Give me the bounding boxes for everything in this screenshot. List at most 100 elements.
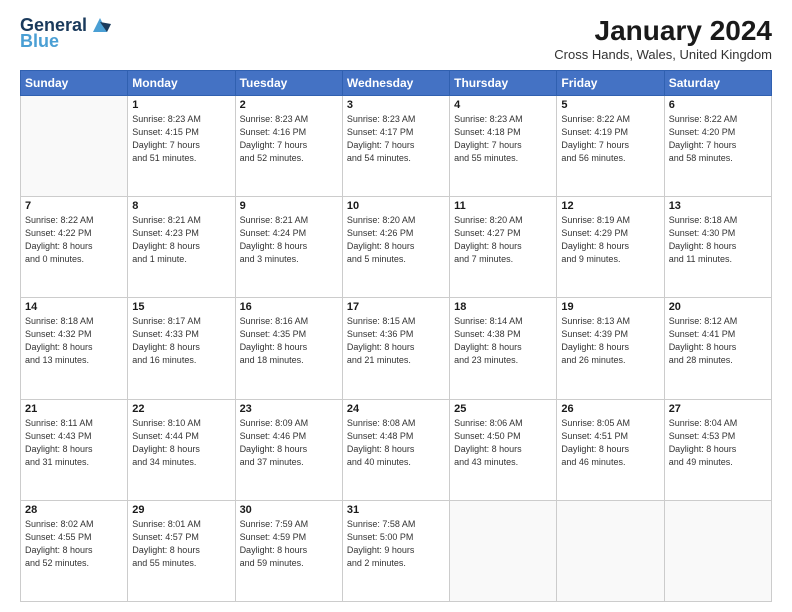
- day-info: Sunrise: 8:20 AM Sunset: 4:26 PM Dayligh…: [347, 214, 445, 266]
- day-number: 22: [132, 403, 230, 415]
- page: General Blue January 2024 Cross Hands, W…: [0, 0, 792, 612]
- table-row: 9 Sunrise: 8:21 AM Sunset: 4:24 PM Daylig…: [235, 197, 342, 298]
- day-number: 19: [561, 301, 659, 313]
- day-number: 10: [347, 200, 445, 212]
- calendar-header-row: Sunday Monday Tuesday Wednesday Thursday…: [21, 70, 772, 95]
- day-info: Sunrise: 8:04 AM Sunset: 4:53 PM Dayligh…: [669, 417, 767, 469]
- day-number: 29: [132, 504, 230, 516]
- day-number: 3: [347, 99, 445, 111]
- col-friday: Friday: [557, 70, 664, 95]
- table-row: 14 Sunrise: 8:18 AM Sunset: 4:32 PM Dayli…: [21, 298, 128, 399]
- day-info: Sunrise: 8:23 AM Sunset: 4:15 PM Dayligh…: [132, 113, 230, 165]
- day-number: 6: [669, 99, 767, 111]
- day-number: 11: [454, 200, 552, 212]
- table-row: 21 Sunrise: 8:11 AM Sunset: 4:43 PM Dayli…: [21, 399, 128, 500]
- day-number: 31: [347, 504, 445, 516]
- day-info: Sunrise: 8:09 AM Sunset: 4:46 PM Dayligh…: [240, 417, 338, 469]
- table-row: 26 Sunrise: 8:05 AM Sunset: 4:51 PM Dayli…: [557, 399, 664, 500]
- day-number: 21: [25, 403, 123, 415]
- table-row: 6 Sunrise: 8:22 AM Sunset: 4:20 PM Daylig…: [664, 95, 771, 196]
- day-number: 25: [454, 403, 552, 415]
- table-row: 28 Sunrise: 8:02 AM Sunset: 4:55 PM Dayli…: [21, 500, 128, 601]
- day-number: 28: [25, 504, 123, 516]
- table-row: 1Sunrise: 8:23 AM Sunset: 4:15 PM Daylig…: [128, 95, 235, 196]
- day-info: Sunrise: 8:02 AM Sunset: 4:55 PM Dayligh…: [25, 518, 123, 570]
- table-row: 29 Sunrise: 8:01 AM Sunset: 4:57 PM Dayli…: [128, 500, 235, 601]
- table-row: 24 Sunrise: 8:08 AM Sunset: 4:48 PM Dayli…: [342, 399, 449, 500]
- table-row: [21, 95, 128, 196]
- table-row: [664, 500, 771, 601]
- subtitle: Cross Hands, Wales, United Kingdom: [554, 47, 772, 62]
- table-row: 16 Sunrise: 8:16 AM Sunset: 4:35 PM Dayli…: [235, 298, 342, 399]
- table-row: [450, 500, 557, 601]
- day-info: Sunrise: 8:11 AM Sunset: 4:43 PM Dayligh…: [25, 417, 123, 469]
- day-info: Sunrise: 8:15 AM Sunset: 4:36 PM Dayligh…: [347, 315, 445, 367]
- day-info: Sunrise: 8:18 AM Sunset: 4:32 PM Dayligh…: [25, 315, 123, 367]
- col-sunday: Sunday: [21, 70, 128, 95]
- table-row: 30 Sunrise: 7:59 AM Sunset: 4:59 PM Dayli…: [235, 500, 342, 601]
- day-number: 5: [561, 99, 659, 111]
- table-row: 3 Sunrise: 8:23 AM Sunset: 4:17 PM Daylig…: [342, 95, 449, 196]
- table-row: 22 Sunrise: 8:10 AM Sunset: 4:44 PM Dayli…: [128, 399, 235, 500]
- table-row: 2 Sunrise: 8:23 AM Sunset: 4:16 PM Daylig…: [235, 95, 342, 196]
- day-number: 13: [669, 200, 767, 212]
- day-number: 4: [454, 99, 552, 111]
- col-monday: Monday: [128, 70, 235, 95]
- day-info: Sunrise: 8:23 AM Sunset: 4:18 PM Dayligh…: [454, 113, 552, 165]
- day-number: 15: [132, 301, 230, 313]
- day-info: Sunrise: 8:14 AM Sunset: 4:38 PM Dayligh…: [454, 315, 552, 367]
- day-info: Sunrise: 8:17 AM Sunset: 4:33 PM Dayligh…: [132, 315, 230, 367]
- table-row: [557, 500, 664, 601]
- table-row: 12 Sunrise: 8:19 AM Sunset: 4:29 PM Dayli…: [557, 197, 664, 298]
- day-info: Sunrise: 8:22 AM Sunset: 4:20 PM Dayligh…: [669, 113, 767, 165]
- calendar-table: Sunday Monday Tuesday Wednesday Thursday…: [20, 70, 772, 602]
- day-info: Sunrise: 8:16 AM Sunset: 4:35 PM Dayligh…: [240, 315, 338, 367]
- day-number: 17: [347, 301, 445, 313]
- day-number: 27: [669, 403, 767, 415]
- day-number: 24: [347, 403, 445, 415]
- day-info: Sunrise: 8:22 AM Sunset: 4:22 PM Dayligh…: [25, 214, 123, 266]
- title-block: January 2024 Cross Hands, Wales, United …: [554, 16, 772, 62]
- day-info: Sunrise: 8:23 AM Sunset: 4:16 PM Dayligh…: [240, 113, 338, 165]
- logo: General Blue: [20, 16, 111, 52]
- day-info: Sunrise: 8:22 AM Sunset: 4:19 PM Dayligh…: [561, 113, 659, 165]
- day-info: Sunrise: 8:08 AM Sunset: 4:48 PM Dayligh…: [347, 417, 445, 469]
- day-info: Sunrise: 8:10 AM Sunset: 4:44 PM Dayligh…: [132, 417, 230, 469]
- day-info: Sunrise: 8:21 AM Sunset: 4:24 PM Dayligh…: [240, 214, 338, 266]
- day-info: Sunrise: 8:18 AM Sunset: 4:30 PM Dayligh…: [669, 214, 767, 266]
- day-number: 12: [561, 200, 659, 212]
- day-number: 30: [240, 504, 338, 516]
- col-thursday: Thursday: [450, 70, 557, 95]
- day-number: 26: [561, 403, 659, 415]
- day-number: 2: [240, 99, 338, 111]
- col-saturday: Saturday: [664, 70, 771, 95]
- day-number: 9: [240, 200, 338, 212]
- day-number: 23: [240, 403, 338, 415]
- table-row: 17 Sunrise: 8:15 AM Sunset: 4:36 PM Dayli…: [342, 298, 449, 399]
- table-row: 18Sunrise: 8:14 AM Sunset: 4:38 PM Dayli…: [450, 298, 557, 399]
- day-info: Sunrise: 7:58 AM Sunset: 5:00 PM Dayligh…: [347, 518, 445, 570]
- table-row: 7Sunrise: 8:22 AM Sunset: 4:22 PM Daylig…: [21, 197, 128, 298]
- day-info: Sunrise: 8:01 AM Sunset: 4:57 PM Dayligh…: [132, 518, 230, 570]
- day-number: 8: [132, 200, 230, 212]
- day-number: 14: [25, 301, 123, 313]
- day-number: 16: [240, 301, 338, 313]
- day-info: Sunrise: 8:21 AM Sunset: 4:23 PM Dayligh…: [132, 214, 230, 266]
- col-wednesday: Wednesday: [342, 70, 449, 95]
- table-row: 19 Sunrise: 8:13 AM Sunset: 4:39 PM Dayli…: [557, 298, 664, 399]
- day-info: Sunrise: 8:13 AM Sunset: 4:39 PM Dayligh…: [561, 315, 659, 367]
- logo-icon: [89, 14, 111, 36]
- table-row: 25Sunrise: 8:06 AM Sunset: 4:50 PM Dayli…: [450, 399, 557, 500]
- day-info: Sunrise: 8:19 AM Sunset: 4:29 PM Dayligh…: [561, 214, 659, 266]
- day-info: Sunrise: 8:20 AM Sunset: 4:27 PM Dayligh…: [454, 214, 552, 266]
- table-row: 4 Sunrise: 8:23 AM Sunset: 4:18 PM Daylig…: [450, 95, 557, 196]
- day-info: Sunrise: 7:59 AM Sunset: 4:59 PM Dayligh…: [240, 518, 338, 570]
- day-info: Sunrise: 8:05 AM Sunset: 4:51 PM Dayligh…: [561, 417, 659, 469]
- table-row: 31 Sunrise: 7:58 AM Sunset: 5:00 PM Dayli…: [342, 500, 449, 601]
- header: General Blue January 2024 Cross Hands, W…: [20, 16, 772, 62]
- table-row: 20Sunrise: 8:12 AM Sunset: 4:41 PM Dayli…: [664, 298, 771, 399]
- table-row: 13 Sunrise: 8:18 AM Sunset: 4:30 PM Dayli…: [664, 197, 771, 298]
- table-row: 11 Sunrise: 8:20 AM Sunset: 4:27 PM Dayli…: [450, 197, 557, 298]
- month-title: January 2024: [554, 16, 772, 47]
- day-info: Sunrise: 8:23 AM Sunset: 4:17 PM Dayligh…: [347, 113, 445, 165]
